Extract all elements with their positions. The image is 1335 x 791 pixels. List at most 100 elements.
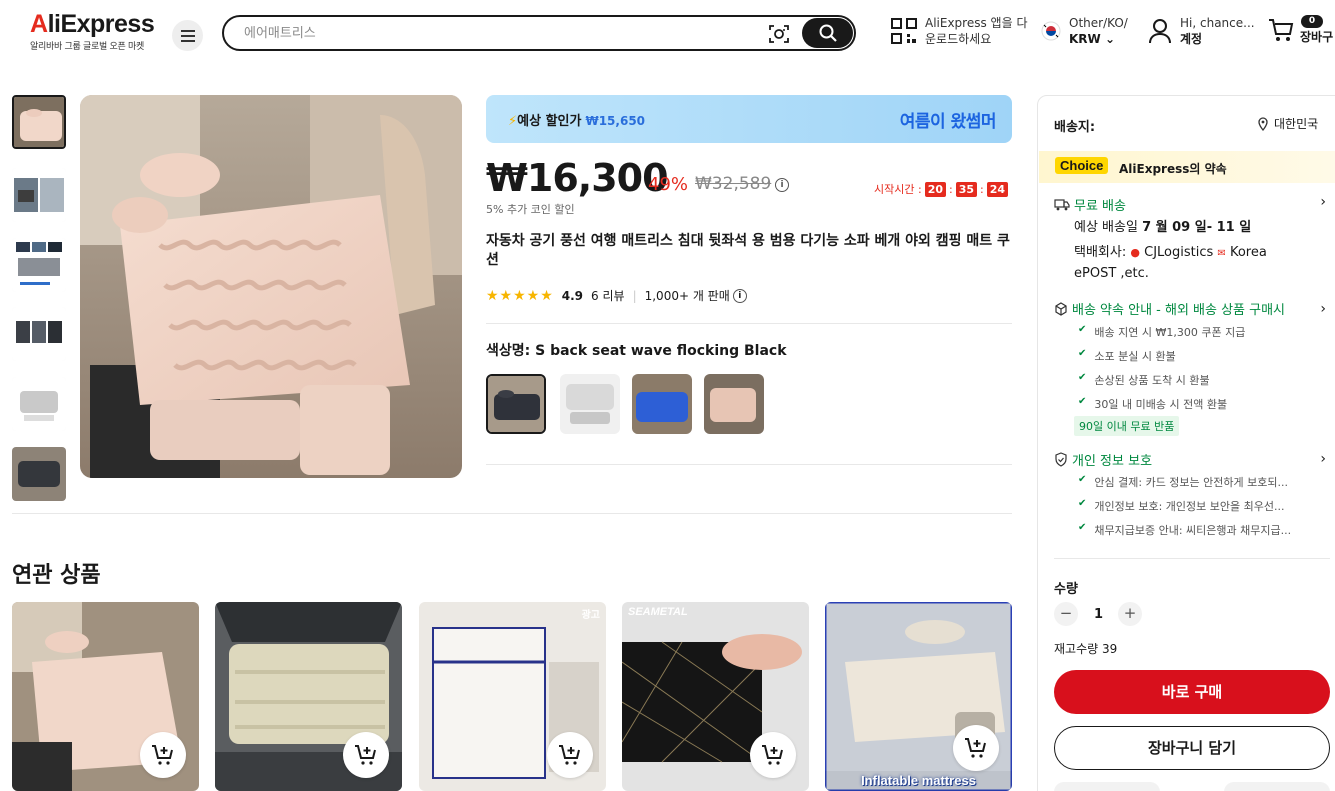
check-icon: ✔ <box>1078 396 1087 407</box>
privacy-item: ✔ 개인정보 보호: 개인정보 보안을 최우선... <box>1078 498 1285 514</box>
review-count[interactable]: 6 리뷰 <box>591 287 625 304</box>
thumbnail-6[interactable] <box>12 447 66 501</box>
camera-search-icon[interactable] <box>768 23 790 45</box>
related-products-title: 연관 상품 <box>12 563 101 588</box>
thumbnail-4[interactable] <box>12 307 66 361</box>
check-icon: ✔ <box>1078 522 1087 533</box>
color-swatch-black[interactable] <box>486 374 546 434</box>
cart-count-badge: 0 <box>1301 15 1323 28</box>
privacy-item: ✔ 안심 결제: 카드 정보는 안전하게 보호되... <box>1078 474 1288 490</box>
related-product-card[interactable]: SEAMETAL <box>622 602 809 791</box>
info-icon[interactable]: i <box>732 288 747 303</box>
coin-discount: 5% 추가 코인 할인 <box>486 203 575 216</box>
eta-prefix: 예상 배송일 <box>1074 220 1138 235</box>
color-label: 색상명: S back seat wave flocking Black <box>486 343 787 359</box>
aliexpress-logo[interactable]: AliExpress 알리바바 그룹 글로벌 오픈 마켓 <box>30 10 155 52</box>
secondary-button[interactable] <box>1054 782 1160 791</box>
secondary-button[interactable] <box>1224 782 1330 791</box>
check-icon: ✔ <box>1078 474 1087 485</box>
app-download[interactable]: AliExpress 앱을 다 운로드하세요 <box>891 15 1027 47</box>
chevron-right-icon[interactable]: › <box>1320 194 1326 210</box>
epost-logo-icon: ✉ <box>1217 248 1226 259</box>
carrier-cj: CJLogistics <box>1144 245 1214 260</box>
related-product-card[interactable]: 광고 <box>419 602 606 791</box>
free-shipping-row[interactable]: 무료 배송 <box>1054 195 1126 214</box>
add-to-cart-button[interactable] <box>140 732 186 778</box>
guarantee-text: 소포 분실 시 환불 <box>1094 350 1176 363</box>
account-menu[interactable]: Hi, chance... 계정 <box>1148 15 1255 47</box>
cart-icon <box>1269 19 1294 41</box>
check-icon: ✔ <box>1078 498 1087 509</box>
menu-icon <box>180 29 195 42</box>
carrier-row: 택배회사: ● CJLogistics ✉ Korea <box>1074 243 1267 264</box>
choice-promise: AliExpress의 약속 <box>1119 162 1227 176</box>
buy-now-button[interactable]: 바로 구매 <box>1054 670 1330 714</box>
product-title: 자동차 공기 풍선 여행 매트리스 침대 뒷좌석 용 범용 다기능 소파 베개 … <box>486 233 1010 268</box>
carrier-line2: ePOST ,etc. <box>1074 266 1149 281</box>
chevron-right-icon[interactable]: › <box>1320 451 1326 467</box>
sale-price: ₩16,300 <box>486 156 669 200</box>
guarantee-item: ✔ 배송 지연 시 ₩1,300 쿠폰 지급 <box>1078 324 1245 340</box>
search-button[interactable] <box>802 18 853 48</box>
brand-label: SEAMETAL <box>628 606 688 618</box>
menu-button[interactable] <box>172 20 203 51</box>
thumbnail-3[interactable] <box>12 238 66 292</box>
discount-percent: 49% <box>648 174 689 195</box>
color-swatch-beige[interactable] <box>704 374 764 434</box>
quantity-label: 수량 <box>1054 582 1078 597</box>
logo-text: liExpress <box>47 10 155 38</box>
privacy-title: 개인 정보 보호 <box>1072 454 1153 469</box>
carrier-korea: Korea <box>1229 245 1267 260</box>
account-label: 계정 <box>1180 32 1203 46</box>
chevron-right-icon[interactable]: › <box>1320 301 1326 317</box>
lightning-icon: ⚡ <box>508 114 518 129</box>
thumbnail-1[interactable] <box>12 95 66 149</box>
free-return-tag: 90일 이내 무료 반품 <box>1074 416 1180 436</box>
choice-banner: Choice AliExpress의 약속 <box>1039 151 1335 183</box>
add-to-cart-button[interactable] <box>547 732 593 778</box>
product-label: Inflatable mattress <box>825 771 1012 791</box>
shield-check-icon <box>1055 452 1067 467</box>
divider <box>486 464 1012 465</box>
main-product-image[interactable] <box>80 95 462 478</box>
add-to-cart-button[interactable] <box>953 725 999 771</box>
ship-location[interactable]: 대한민국 <box>1258 115 1318 132</box>
cj-logo-icon: ● <box>1130 246 1140 259</box>
quantity-decrease-button[interactable]: − <box>1054 602 1078 626</box>
related-product-card[interactable] <box>12 602 199 791</box>
divider <box>1054 558 1330 559</box>
quantity-value[interactable]: 1 <box>1094 607 1103 622</box>
add-to-cart-icon <box>559 745 580 765</box>
info-icon[interactable]: i <box>775 178 789 192</box>
add-to-cart-icon <box>355 745 376 765</box>
ship-to-label: 배송지: <box>1054 120 1096 135</box>
thumbnail-2[interactable] <box>12 168 66 222</box>
location-text: 대한민국 <box>1274 117 1319 131</box>
guarantee-text: 30일 내 미배송 시 전액 환불 <box>1094 398 1228 411</box>
currency: KRW <box>1069 32 1101 46</box>
add-to-cart-button[interactable]: 장바구니 담기 <box>1054 726 1330 770</box>
add-to-cart-button[interactable] <box>343 732 389 778</box>
promo-banner[interactable]: ⚡예상 할인가 ₩15,650 여름이 왔썸머 <box>486 95 1012 143</box>
location-pin-icon <box>1258 116 1268 131</box>
privacy-row[interactable]: 개인 정보 보호 <box>1054 450 1152 469</box>
color-swatch-blue[interactable] <box>632 374 692 434</box>
rating-score: 4.9 <box>561 288 584 303</box>
divider <box>12 513 1012 514</box>
guarantee-text: 손상된 상품 도착 시 환불 <box>1094 374 1210 387</box>
related-product-card[interactable] <box>215 602 402 791</box>
region-selector[interactable]: Other/KO/ KRW ⌄ <box>1041 15 1128 47</box>
delivery-guarantee-row[interactable]: 배송 약속 안내 - 해외 배송 상품 구매시 <box>1054 299 1285 318</box>
color-swatch-gray[interactable] <box>560 374 620 434</box>
add-to-cart-button[interactable] <box>750 732 796 778</box>
privacy-item: ✔ 채무지급보증 안내: 씨티은행과 채무지급... <box>1078 522 1291 538</box>
thumbnail-5[interactable] <box>12 377 66 431</box>
related-product-card[interactable]: Inflatable mattress <box>825 602 1012 791</box>
search-input[interactable] <box>244 23 764 43</box>
korea-flag-icon <box>1041 21 1061 41</box>
region-line1: Other/KO/ <box>1069 16 1128 30</box>
guarantee-title: 배송 약속 안내 - 해외 배송 상품 구매시 <box>1072 303 1286 318</box>
user-icon <box>1149 19 1171 44</box>
logo-subtitle: 알리바바 그룹 글로벌 오픈 마켓 <box>30 42 144 52</box>
quantity-increase-button[interactable]: + <box>1118 602 1142 626</box>
